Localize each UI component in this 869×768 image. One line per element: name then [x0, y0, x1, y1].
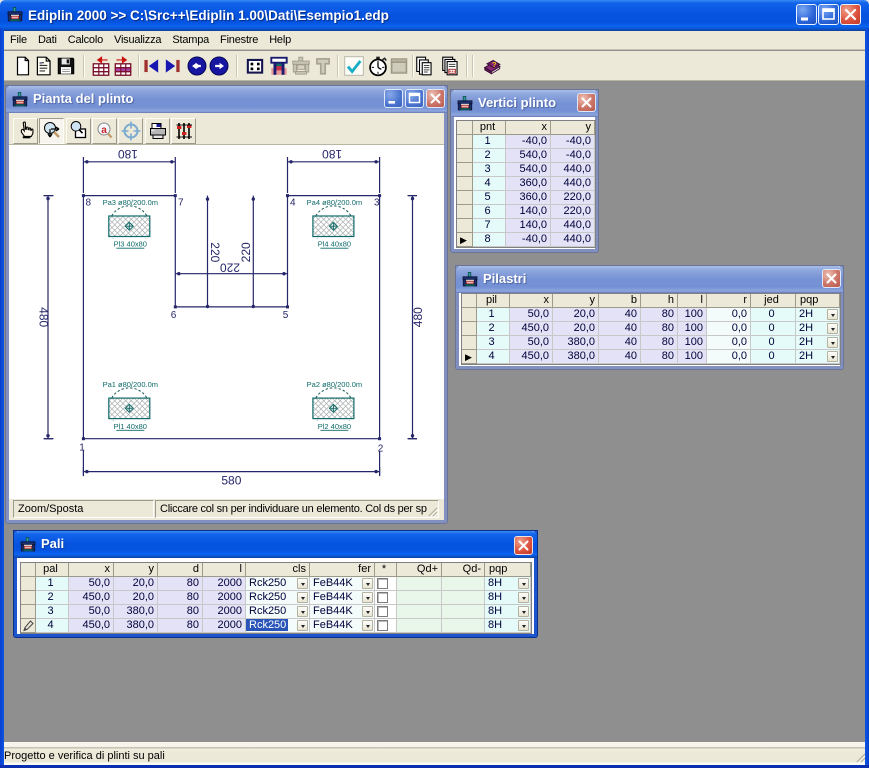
svg-text:4: 4	[290, 198, 296, 209]
svg-text:?: ?	[492, 60, 497, 69]
svg-text:220: 220	[220, 261, 240, 275]
svg-text:6: 6	[171, 310, 177, 321]
svg-text:Pl4 40x80: Pl4 40x80	[318, 240, 351, 249]
svg-text:220: 220	[239, 242, 253, 262]
svg-text:480: 480	[37, 307, 51, 327]
svg-text:Pl1 40x80: Pl1 40x80	[114, 422, 147, 431]
svg-text:220: 220	[208, 242, 222, 262]
svg-text:Pa1 ø80/200.0m: Pa1 ø80/200.0m	[103, 380, 158, 389]
svg-text:Pa2 ø80/200.0m: Pa2 ø80/200.0m	[307, 380, 362, 389]
svg-text:Pl2 40x80: Pl2 40x80	[318, 422, 351, 431]
svg-text:580: 580	[221, 474, 241, 488]
svg-text:180: 180	[118, 147, 138, 161]
svg-text:180: 180	[322, 147, 342, 161]
svg-text:Pa3 ø80/200.0m: Pa3 ø80/200.0m	[103, 198, 158, 207]
svg-text:480: 480	[411, 307, 425, 327]
svg-text:2: 2	[378, 444, 384, 455]
svg-text:7: 7	[178, 198, 184, 209]
svg-text:a: a	[101, 125, 107, 136]
svg-text:Pa4 ø80/200.0m: Pa4 ø80/200.0m	[307, 198, 362, 207]
svg-text:1: 1	[79, 443, 85, 454]
svg-text:5: 5	[283, 310, 289, 321]
svg-text:8: 8	[86, 198, 92, 209]
svg-text:Pl3 40x80: Pl3 40x80	[114, 240, 147, 249]
svg-text:3: 3	[374, 198, 380, 209]
